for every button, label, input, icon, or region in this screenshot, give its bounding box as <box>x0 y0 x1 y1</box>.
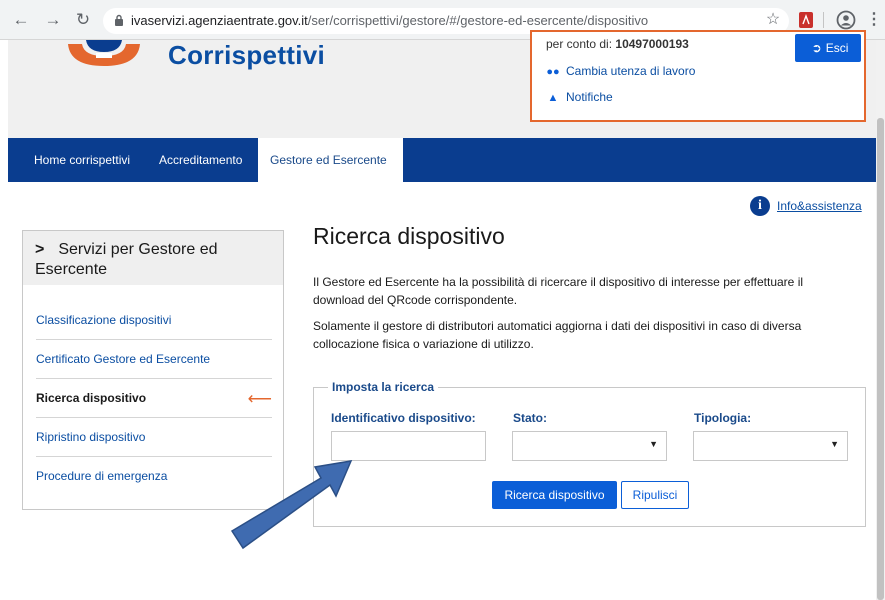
page-title: Ricerca dispositivo <box>313 223 505 249</box>
notifications-link[interactable]: ▲ Notifiche <box>546 90 613 104</box>
sidebar-item-ricerca[interactable]: Ricerca dispositivo ⟵ <box>36 379 272 418</box>
chevron-right-icon: > <box>35 241 45 258</box>
user-panel: per conto di: 10497000193 ➲ Esci ●● Cambia… <box>530 30 866 122</box>
id-input[interactable] <box>331 431 486 461</box>
bell-icon: ▲ <box>547 92 559 104</box>
scrollbar-thumb[interactable] <box>877 118 884 600</box>
intro-paragraph: Il Gestore ed Esercente ha la possibilit… <box>313 275 804 307</box>
main-nav: Home corrispettivi Accreditamento Gestor… <box>8 138 876 182</box>
nav-home-corrispettivi[interactable]: Home corrispettivi <box>34 138 130 182</box>
lock-icon <box>115 14 123 26</box>
site-header: Corrispettivi per conto di: 10497000193 … <box>8 30 876 138</box>
menu-dots-icon[interactable]: ⋮ <box>866 10 882 30</box>
star-icon[interactable]: ☆ <box>764 10 782 30</box>
toolbar-divider <box>823 12 824 28</box>
profile-icon[interactable] <box>836 10 856 30</box>
notifications-label: Notifiche <box>566 90 613 104</box>
site-title: Corrispettivi <box>168 40 326 70</box>
info-link[interactable]: Info&assistenza <box>777 199 862 213</box>
reset-button[interactable]: Ripulisci <box>621 481 689 509</box>
sidebar-item-label: Certificato Gestore ed Esercente <box>36 352 211 366</box>
sidebar-item-label: Procedure di emergenza <box>36 469 168 483</box>
sidebar-title: Servizi per Gestore ed Esercente <box>35 241 218 278</box>
logout-icon: ➲ <box>811 41 822 55</box>
agenzia-entrate-logo <box>68 40 140 66</box>
sidebar-item-label: Ripristino dispositivo <box>36 430 146 444</box>
nav-gestore-esercente[interactable]: Gestore ed Esercente <box>258 138 403 182</box>
note-paragraph: Solamente il gestore di distributori aut… <box>313 319 802 351</box>
sidebar-item-procedure[interactable]: Procedure di emergenza <box>36 457 272 496</box>
owner-line: per conto di: 10497000193 <box>546 37 689 51</box>
users-icon: ●● <box>546 66 560 78</box>
forward-arrow-icon[interactable]: → <box>42 9 64 31</box>
url-text[interactable]: ivaservizi.agenziaentrate.gov.it/ser/cor… <box>131 13 648 28</box>
owner-label: per conto di: <box>546 37 613 51</box>
caret-down-icon: ▼ <box>649 439 658 449</box>
logout-button[interactable]: ➲ Esci <box>795 34 861 62</box>
logout-label: Esci <box>825 41 849 55</box>
caret-down-icon: ▼ <box>830 439 839 449</box>
url-path: /ser/corrispettivi/gestore/#/gestore-ed-… <box>307 13 649 28</box>
owner-value: 10497000193 <box>615 37 689 51</box>
stato-select[interactable]: ▼ <box>512 431 667 461</box>
sidebar-item-classificazione[interactable]: Classificazione dispositivi <box>36 301 272 340</box>
search-form: Imposta la ricerca Identificativo dispos… <box>313 380 866 527</box>
sidebar-item-label: Classificazione dispositivi <box>36 313 172 327</box>
url-host: ivaservizi.agenziaentrate.gov.it <box>131 13 308 28</box>
arrow-left-icon: ⟵ <box>247 389 272 408</box>
change-user-label: Cambia utenza di lavoro <box>566 64 696 78</box>
reload-icon[interactable]: ↻ <box>72 9 94 31</box>
sidebar-item-ripristino[interactable]: Ripristino dispositivo <box>36 418 272 457</box>
tipologia-label: Tipologia: <box>694 411 752 425</box>
page: Corrispettivi per conto di: 10497000193 … <box>8 30 876 600</box>
nav-accreditamento[interactable]: Accreditamento <box>159 138 242 182</box>
sidebar: > Servizi per Gestore ed Esercente Classi… <box>22 230 284 510</box>
back-arrow-icon[interactable]: ← <box>10 9 32 31</box>
tipologia-select[interactable]: ▼ <box>693 431 848 461</box>
change-user-link[interactable]: ●● Cambia utenza di lavoro <box>546 64 695 78</box>
sidebar-header[interactable]: > Servizi per Gestore ed Esercente <box>23 231 283 285</box>
search-button[interactable]: Ricerca dispositivo <box>492 481 617 509</box>
stato-label: Stato: <box>513 411 547 425</box>
info-icon: i <box>750 196 770 216</box>
pdf-extension-icon[interactable] <box>797 10 815 30</box>
search-legend: Imposta la ricerca <box>328 380 439 394</box>
info-assistenza[interactable]: i Info&assistenza <box>750 196 862 218</box>
sidebar-item-certificato[interactable]: Certificato Gestore ed Esercente <box>36 340 272 379</box>
sidebar-item-label: Ricerca dispositivo <box>36 391 147 405</box>
id-label: Identificativo dispositivo: <box>331 411 476 425</box>
